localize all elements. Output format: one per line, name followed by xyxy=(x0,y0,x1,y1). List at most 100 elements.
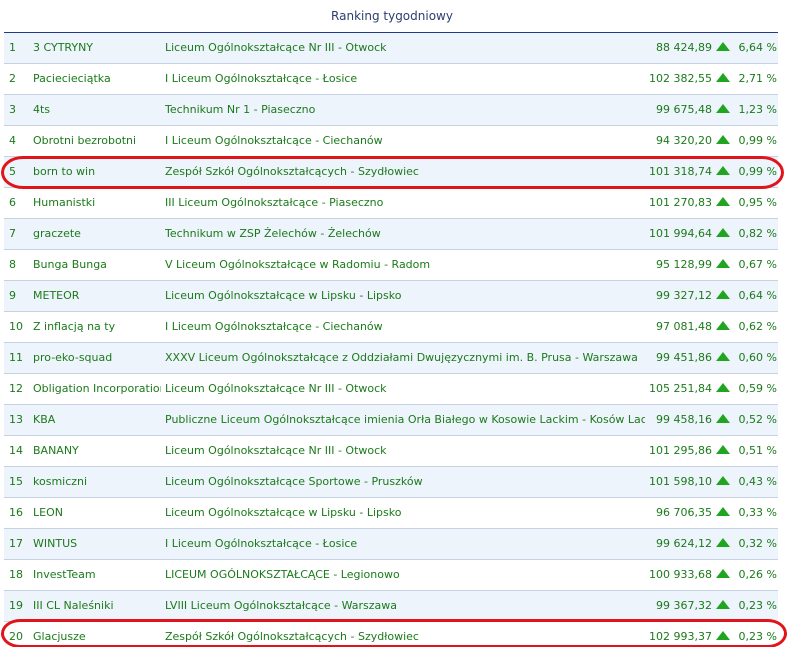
school-name: Liceum Ogólnokształcące Nr III - Otwock xyxy=(165,444,387,457)
rank-cell: 18 xyxy=(9,568,23,581)
percent-change: 2,71 % xyxy=(738,72,777,85)
ranking-row: 19 III CL Naleśniki LVIII Liceum Ogólnok… xyxy=(4,591,778,622)
rank-cell: 11 xyxy=(9,351,23,364)
portfolio-value: 102 993,37 xyxy=(649,630,712,643)
ranking-row: 15 kosmiczni Liceum Ogólnokształcące Spo… xyxy=(4,467,778,498)
rank-cell: 19 xyxy=(9,599,23,612)
school-name: Zespół Szkół Ogólnokształcących - Szydło… xyxy=(165,165,419,178)
portfolio-value: 97 081,48 xyxy=(656,320,712,333)
rank-cell: 14 xyxy=(9,444,23,457)
rank-cell: 1 xyxy=(9,41,16,54)
ranking-row: 13 KBA Publiczne Liceum Ogólnokształcące… xyxy=(4,405,778,436)
percent-change: 0,95 % xyxy=(738,196,777,209)
portfolio-value: 99 458,16 xyxy=(656,413,712,426)
team-name: InvestTeam xyxy=(33,568,96,581)
percent-change: 0,43 % xyxy=(738,475,777,488)
portfolio-value: 99 451,86 xyxy=(656,351,712,364)
team-name: Paciecieciątka xyxy=(33,72,111,85)
portfolio-value: 99 624,12 xyxy=(656,537,712,550)
ranking-row: 20 Glacjusze Zespół Szkół Ogólnokształcą… xyxy=(4,622,778,647)
school-name: Technikum Nr 1 - Piaseczno xyxy=(165,103,316,116)
portfolio-value: 105 251,84 xyxy=(649,382,712,395)
school-name: Liceum Ogólnokształcące Nr III - Otwock xyxy=(165,41,387,54)
ranking-row: 9 METEOR Liceum Ogólnokształcące w Lipsk… xyxy=(4,281,778,312)
percent-change: 0,99 % xyxy=(738,134,777,147)
team-name: Z inflacją na ty xyxy=(33,320,116,333)
portfolio-value: 101 295,86 xyxy=(649,444,712,457)
ranking-row: 14 BANANY Liceum Ogólnokształcące Nr III… xyxy=(4,436,778,467)
percent-change: 0,62 % xyxy=(738,320,777,333)
school-name: XXXV Liceum Ogólnokształcące z Oddziałam… xyxy=(165,351,638,364)
school-name: LVIII Liceum Ogólnokształcące - Warszawa xyxy=(165,599,398,612)
portfolio-value: 96 706,35 xyxy=(656,506,712,519)
school-name: Technikum w ZSP Żelechów - Żelechów xyxy=(165,227,381,240)
portfolio-value: 88 424,89 xyxy=(656,41,712,54)
percent-change: 0,26 % xyxy=(738,568,777,581)
portfolio-value: 95 128,99 xyxy=(656,258,712,271)
school-name: I Liceum Ogólnokształcące - Ciechanów xyxy=(165,320,383,333)
percent-change: 0,51 % xyxy=(738,444,777,457)
ranking-row: 4 Obrotni bezrobotni I Liceum Ogólnokszt… xyxy=(4,126,778,157)
ranking-page: Ranking tygodniowy 1 3 CYTRYNY Liceum Og… xyxy=(0,0,790,647)
portfolio-value: 101 994,64 xyxy=(649,227,712,240)
rank-cell: 20 xyxy=(9,630,23,643)
portfolio-value: 100 933,68 xyxy=(649,568,712,581)
percent-change: 0,67 % xyxy=(738,258,777,271)
percent-change: 0,32 % xyxy=(738,537,777,550)
ranking-table: 1 3 CYTRYNY Liceum Ogólnokształcące Nr I… xyxy=(4,33,778,647)
rank-cell: 8 xyxy=(9,258,16,271)
ranking-row: 2 Paciecieciątka I Liceum Ogólnokształcą… xyxy=(4,64,778,95)
rank-cell: 13 xyxy=(9,413,23,426)
ranking-row: 6 Humanistki III Liceum Ogólnokształcące… xyxy=(4,188,778,219)
portfolio-value: 99 327,12 xyxy=(656,289,712,302)
portfolio-value: 101 598,10 xyxy=(649,475,712,488)
team-name: graczete xyxy=(33,227,81,240)
rank-cell: 15 xyxy=(9,475,23,488)
school-name: Liceum Ogólnokształcące w Lipsku - Lipsk… xyxy=(165,289,402,302)
ranking-row: 18 InvestTeam LICEUM OGÓLNOKSZTAŁCĄCE - … xyxy=(4,560,778,591)
rank-cell: 4 xyxy=(9,134,16,147)
school-name: I Liceum Ogólnokształcące - Ciechanów xyxy=(165,134,383,147)
school-name: I Liceum Ogólnokształcące - Łosice xyxy=(165,537,358,550)
percent-change: 0,60 % xyxy=(738,351,777,364)
rank-cell: 16 xyxy=(9,506,23,519)
school-name: Liceum Ogólnokształcące Nr III - Otwock xyxy=(165,382,387,395)
ranking-row: 11 pro-eko-squad XXXV Liceum Ogólnokszta… xyxy=(4,343,778,374)
ranking-row: 17 WINTUS I Liceum Ogólnokształcące - Ło… xyxy=(4,529,778,560)
school-name: V Liceum Ogólnokształcące w Radomiu - Ra… xyxy=(165,258,431,271)
team-name: Glacjusze xyxy=(33,630,86,643)
ranking-row: 16 LEON Liceum Ogólnokształcące w Lipsku… xyxy=(4,498,778,529)
team-name: Obligation Incorporation xyxy=(33,382,161,395)
school-name: Liceum Ogólnokształcące Sportowe - Prusz… xyxy=(165,475,423,488)
portfolio-value: 101 270,83 xyxy=(649,196,712,209)
rank-cell: 2 xyxy=(9,72,16,85)
team-name: METEOR xyxy=(33,289,80,302)
ranking-title: Ranking tygodniowy xyxy=(331,9,453,23)
rank-cell: 3 xyxy=(9,103,16,116)
team-name: KBA xyxy=(33,413,56,426)
percent-change: 0,82 % xyxy=(738,227,777,240)
portfolio-value: 94 320,20 xyxy=(656,134,712,147)
rank-cell: 7 xyxy=(9,227,16,240)
percent-change: 0,33 % xyxy=(738,506,777,519)
team-name: WINTUS xyxy=(33,537,78,550)
rank-cell: 10 xyxy=(9,320,23,333)
school-name: III Liceum Ogólnokształcące - Piaseczno xyxy=(165,196,384,209)
percent-change: 1,23 % xyxy=(738,103,777,116)
school-name: LICEUM OGÓLNOKSZTAŁCĄCE - Legionowo xyxy=(165,568,400,581)
portfolio-value: 101 318,74 xyxy=(649,165,712,178)
school-name: Liceum Ogólnokształcące w Lipsku - Lipsk… xyxy=(165,506,402,519)
portfolio-value: 99 367,32 xyxy=(656,599,712,612)
team-name: pro-eko-squad xyxy=(33,351,113,364)
percent-change: 0,23 % xyxy=(738,630,777,643)
rank-cell: 5 xyxy=(9,165,16,178)
rank-cell: 9 xyxy=(9,289,16,302)
team-name: Bunga Bunga xyxy=(33,258,107,271)
portfolio-value: 99 675,48 xyxy=(656,103,712,116)
ranking-row: 12 Obligation Incorporation Liceum Ogóln… xyxy=(4,374,778,405)
team-name: 4ts xyxy=(33,103,51,116)
ranking-row: 8 Bunga Bunga V Liceum Ogólnokształcące … xyxy=(4,250,778,281)
team-name: Obrotni bezrobotni xyxy=(33,134,137,147)
team-name: Humanistki xyxy=(33,196,96,209)
percent-change: 6,64 % xyxy=(738,41,777,54)
